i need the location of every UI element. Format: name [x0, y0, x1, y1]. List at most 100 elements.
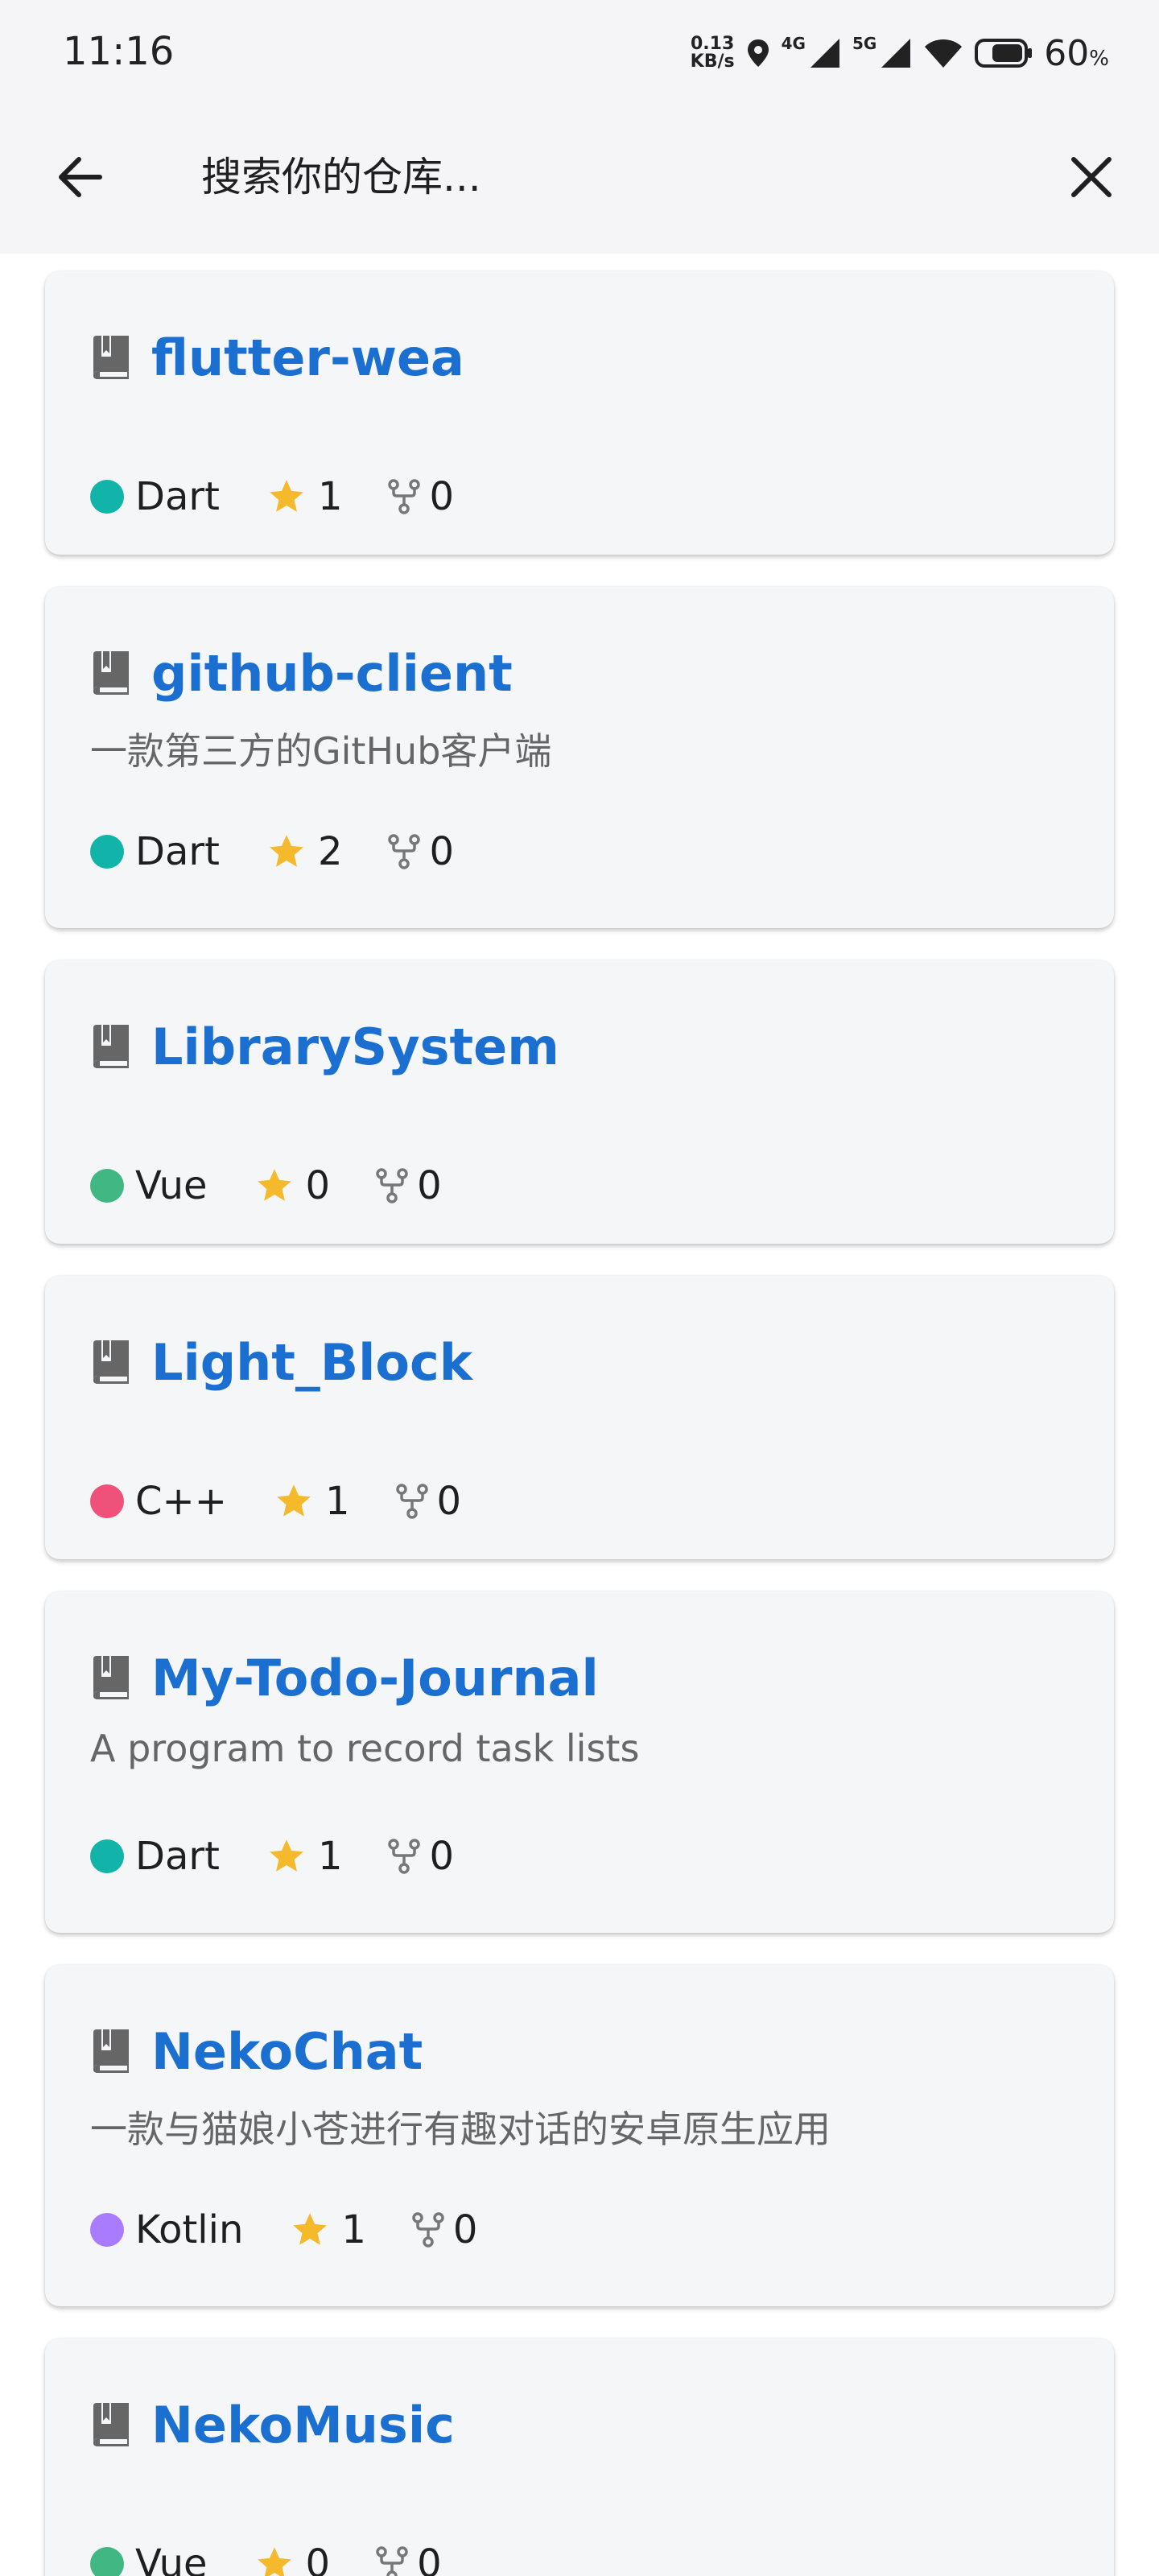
repo-description: A program to record task lists — [90, 1727, 640, 1770]
repo-name-link[interactable]: Light_Block — [151, 1333, 472, 1392]
repo-book-icon — [93, 2403, 129, 2446]
search-app-bar — [0, 105, 1159, 254]
battery-icon — [975, 39, 1033, 68]
repo-header: NekoChat — [90, 2015, 423, 2087]
language-color-dot — [90, 2547, 124, 2576]
fork-count: 0 — [417, 2541, 442, 2576]
repo-name-link[interactable]: My-Todo-Journal — [151, 1649, 599, 1707]
fork-icon — [376, 1168, 408, 1203]
fork-icon — [388, 834, 421, 869]
language-color-dot — [90, 480, 124, 514]
battery-value: 60 — [1044, 32, 1090, 74]
fork-icon — [388, 1839, 421, 1874]
back-button[interactable] — [42, 138, 119, 216]
fork-count: 0 — [452, 2207, 478, 2252]
language-color-dot — [90, 2213, 124, 2247]
fork-count: 0 — [429, 829, 455, 874]
repo-book-icon — [93, 336, 129, 379]
language-label: Dart — [135, 1834, 220, 1879]
status-icons: 0.13 KB/s 4G 5G 60% — [691, 29, 1109, 77]
repo-header: My-Todo-Journal — [90, 1641, 599, 1714]
signal-1-icon — [810, 39, 839, 68]
repo-name-link[interactable]: flutter-wea — [151, 328, 464, 387]
network-speed-value: 0.13 — [690, 34, 735, 54]
repo-book-icon — [93, 2029, 129, 2073]
repo-description: 一款第三方的GitHub客户端 — [90, 729, 552, 773]
fork-count: 0 — [429, 474, 455, 519]
language-label: Vue — [135, 1163, 208, 1208]
star-count: 0 — [305, 2541, 331, 2576]
repo-book-icon — [93, 1656, 129, 1699]
fork-icon — [376, 2546, 408, 2576]
language-color-dot — [90, 1839, 124, 1873]
clear-search-button[interactable] — [1053, 138, 1130, 216]
repo-header: flutter-wea — [90, 321, 464, 394]
status-time: 11:16 — [63, 29, 175, 74]
wifi-icon — [925, 39, 963, 68]
star-count: 1 — [317, 1834, 343, 1879]
star-icon — [257, 1169, 291, 1201]
repo-name-link[interactable]: NekoMusic — [151, 2396, 455, 2454]
language-color-dot — [90, 1169, 124, 1203]
fork-icon — [412, 2212, 444, 2248]
repo-card[interactable]: github-client 一款第三方的GitHub客户端 Dart 2 0 — [45, 587, 1114, 928]
signal-1-label: 4G — [781, 34, 806, 53]
star-icon — [257, 2547, 291, 2576]
repo-meta: Vue 0 0 — [90, 1158, 442, 1214]
battery-percent: 60% — [1044, 33, 1109, 74]
network-speed: 0.13 KB/s — [691, 35, 735, 71]
repo-meta: Vue 0 0 — [90, 2536, 442, 2576]
fork-icon — [395, 1484, 428, 1519]
fork-count: 0 — [429, 1834, 455, 1879]
star-count: 2 — [317, 829, 343, 874]
repo-card[interactable]: NekoMusic Vue 0 0 — [45, 2339, 1114, 2576]
repo-name-link[interactable]: github-client — [151, 644, 513, 703]
language-label: Vue — [135, 2541, 208, 2576]
language-label: C++ — [135, 1479, 227, 1524]
repo-meta: Dart 2 0 — [90, 824, 454, 880]
repo-header: Light_Block — [90, 1326, 472, 1398]
repo-meta: Dart 1 0 — [90, 1828, 454, 1885]
repo-card[interactable]: LibrarySystem Vue 0 0 — [45, 960, 1114, 1244]
star-count: 0 — [305, 1163, 331, 1208]
signal-2-icon — [881, 39, 911, 68]
close-icon — [1071, 157, 1112, 197]
language-label: Dart — [135, 829, 220, 874]
repository-list[interactable]: flutter-wea Dart 1 0 github-client 一款第三方… — [0, 254, 1159, 2576]
star-count: 1 — [341, 2207, 366, 2252]
fork-count: 0 — [417, 1163, 442, 1208]
star-icon — [293, 2213, 328, 2245]
fork-icon — [388, 479, 421, 514]
star-count: 1 — [317, 474, 343, 519]
repo-meta: C++ 1 0 — [90, 1473, 461, 1530]
search-input[interactable] — [201, 145, 1022, 209]
star-count: 1 — [324, 1479, 350, 1524]
repo-card[interactable]: NekoChat 一款与猫娘小苍进行有趣对话的安卓原生应用 Kotlin 1 0 — [45, 1965, 1114, 2306]
repo-description: 一款与猫娘小苍进行有趣对话的安卓原生应用 — [90, 2107, 831, 2151]
network-speed-unit: KB/s — [690, 52, 735, 72]
repo-meta: Dart 1 0 — [90, 469, 454, 525]
language-color-dot — [90, 835, 124, 869]
repo-book-icon — [93, 651, 129, 695]
star-icon — [270, 480, 303, 512]
star-icon — [270, 835, 303, 867]
location-icon — [747, 39, 769, 67]
star-icon — [270, 1839, 303, 1872]
repo-card[interactable]: flutter-wea Dart 1 0 — [45, 271, 1114, 555]
battery-unit: % — [1089, 46, 1109, 71]
repo-name-link[interactable]: LibrarySystem — [151, 1018, 559, 1076]
star-icon — [277, 1484, 311, 1517]
repo-card[interactable]: My-Todo-Journal A program to record task… — [45, 1591, 1114, 1933]
repo-header: LibrarySystem — [90, 1010, 559, 1083]
status-bar: 11:16 0.13 KB/s 4G 5G 60% — [0, 0, 1159, 105]
repo-card[interactable]: Light_Block C++ 1 0 — [45, 1276, 1114, 1559]
signal-2-label: 5G — [852, 34, 877, 53]
repo-header: github-client — [90, 637, 513, 709]
repo-header: NekoMusic — [90, 2388, 455, 2461]
repo-name-link[interactable]: NekoChat — [151, 2022, 423, 2081]
repo-book-icon — [93, 1025, 129, 1068]
language-color-dot — [90, 1484, 124, 1518]
repo-meta: Kotlin 1 0 — [90, 2202, 477, 2258]
language-label: Dart — [135, 474, 220, 519]
language-label: Kotlin — [135, 2207, 244, 2252]
